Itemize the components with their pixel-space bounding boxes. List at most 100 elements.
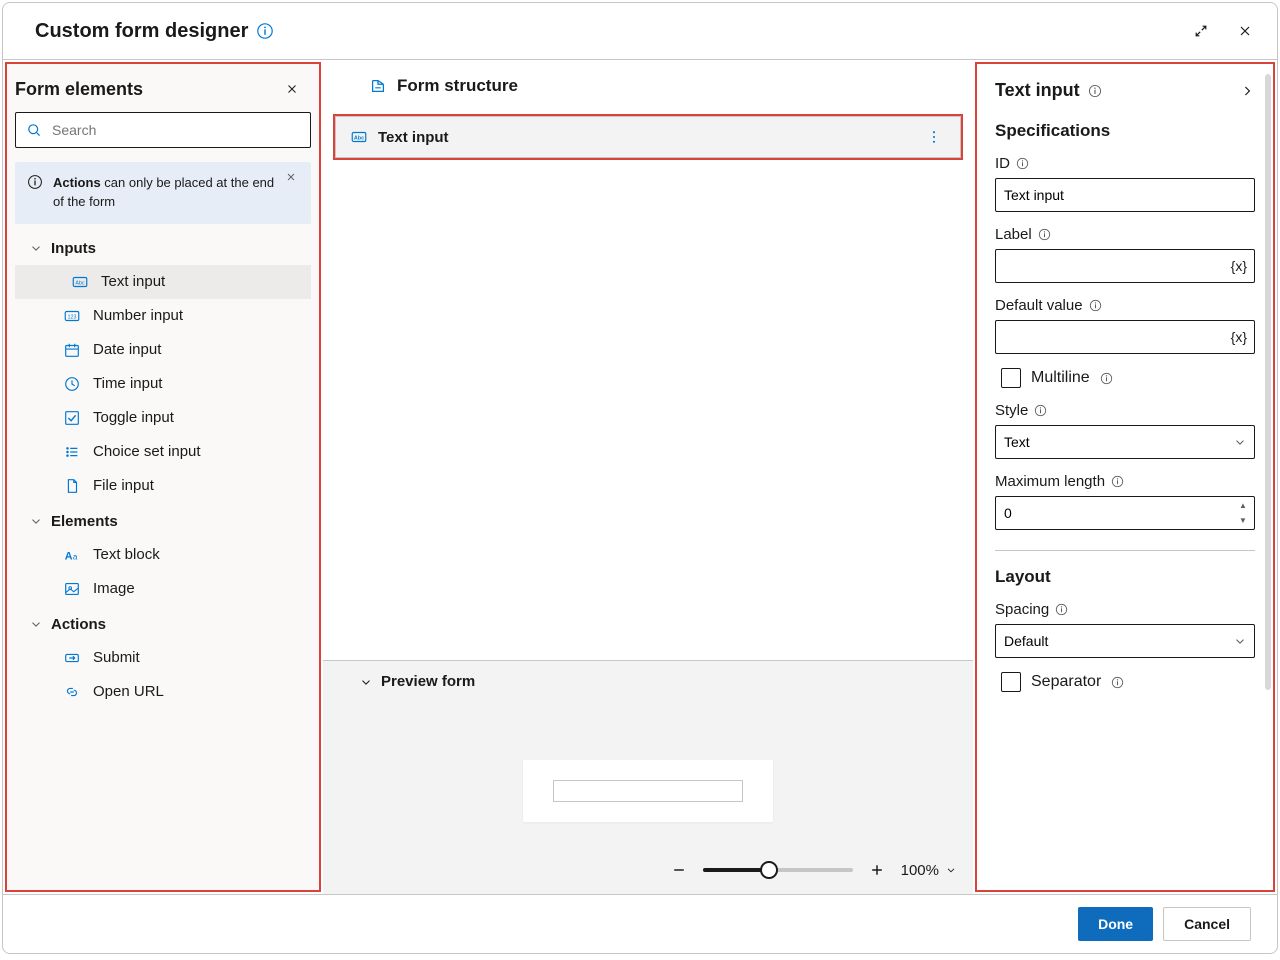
category-label: Inputs	[51, 240, 96, 257]
form-structure-title: Form structure	[397, 76, 518, 96]
form-elements-header: Form elements	[7, 64, 319, 108]
divider	[995, 550, 1255, 551]
info-icon[interactable]	[1088, 84, 1102, 98]
maxlen-input[interactable]	[995, 496, 1255, 530]
info-icon	[27, 174, 43, 212]
style-select-value[interactable]	[995, 425, 1255, 459]
element-item-label: Open URL	[93, 683, 164, 700]
spinner-up[interactable]: ▲	[1233, 498, 1253, 513]
submit-icon	[63, 649, 81, 667]
middle-panel: Form structure Text input Preview form	[323, 60, 973, 894]
id-input[interactable]	[995, 178, 1255, 212]
content: Form elements Actions can only be placed…	[3, 60, 1277, 894]
element-item-label: Date input	[93, 341, 161, 358]
info-icon[interactable]	[1111, 475, 1124, 488]
close-button[interactable]	[1233, 19, 1257, 43]
zoom-out-button[interactable]	[667, 858, 691, 882]
variable-picker-button[interactable]: {x}	[1231, 320, 1247, 354]
element-item-image[interactable]: Image	[7, 572, 319, 606]
expand-button[interactable]	[1189, 19, 1213, 43]
info-icon[interactable]	[1111, 676, 1124, 689]
id-field-label: ID	[995, 155, 1255, 172]
element-item-toggle-input[interactable]: Toggle input	[7, 401, 319, 435]
preview-header[interactable]: Preview form	[359, 673, 957, 690]
element-item-file-input[interactable]: File input	[7, 469, 319, 503]
maxlen-input-wrap: ▲ ▼	[995, 496, 1255, 530]
section-layout: Layout	[995, 567, 1255, 587]
category-inputs[interactable]: Inputs	[7, 230, 319, 265]
collapse-properties-button[interactable]	[1239, 83, 1255, 99]
chevron-down-icon	[1233, 624, 1247, 658]
category-elements[interactable]: Elements	[7, 503, 319, 538]
chevron-down-icon	[29, 617, 43, 631]
element-item-date-input[interactable]: Date input	[7, 333, 319, 367]
info-icon[interactable]	[256, 22, 274, 40]
default-value-input[interactable]	[995, 320, 1255, 354]
maxlen-label: Maximum length	[995, 473, 1255, 490]
element-item-label: Choice set input	[93, 443, 201, 460]
category-label: Actions	[51, 616, 106, 633]
info-icon[interactable]	[1089, 299, 1102, 312]
search-box[interactable]	[15, 112, 311, 148]
element-item-text-block[interactable]: Text block	[7, 538, 319, 572]
style-select[interactable]	[995, 425, 1255, 459]
separator-checkbox-row[interactable]: Separator	[1001, 672, 1255, 692]
preview-title: Preview form	[381, 673, 475, 690]
form-elements-panel: Form elements Actions can only be placed…	[5, 62, 321, 892]
chevron-down-icon	[29, 514, 43, 528]
structure-item-label: Text input	[378, 129, 449, 146]
zoom-dropdown[interactable]: 100%	[901, 862, 957, 879]
multiline-label: Multiline	[1031, 369, 1090, 387]
spinner-down[interactable]: ▼	[1233, 513, 1253, 528]
category-actions[interactable]: Actions	[7, 606, 319, 641]
number-123-icon	[63, 307, 81, 325]
label-input[interactable]	[995, 249, 1255, 283]
search-wrap	[7, 108, 319, 156]
form-structure-icon	[369, 77, 387, 95]
element-item-label: File input	[93, 477, 154, 494]
separator-checkbox[interactable]	[1001, 672, 1021, 692]
section-specifications: Specifications	[995, 121, 1255, 141]
element-item-number-input[interactable]: Number input	[7, 299, 319, 333]
spacing-select-value[interactable]	[995, 624, 1255, 658]
form-structure-header: Form structure	[323, 60, 973, 106]
properties-title: Text input	[995, 80, 1080, 101]
element-item-time-input[interactable]: Time input	[7, 367, 319, 401]
info-icon[interactable]	[1034, 404, 1047, 417]
done-button[interactable]: Done	[1078, 907, 1153, 941]
info-icon[interactable]	[1100, 372, 1113, 385]
multiline-checkbox-row[interactable]: Multiline	[1001, 368, 1255, 388]
structure-item-more[interactable]	[922, 125, 946, 149]
element-item-label: Text block	[93, 546, 160, 563]
close-panel-button[interactable]	[281, 78, 303, 100]
element-item-submit[interactable]: Submit	[7, 641, 319, 675]
zoom-in-button[interactable]	[865, 858, 889, 882]
spacing-select[interactable]	[995, 624, 1255, 658]
structure-item-text-input[interactable]: Text input	[335, 116, 961, 158]
element-item-label: Image	[93, 580, 135, 597]
info-icon[interactable]	[1055, 603, 1068, 616]
element-item-open-url[interactable]: Open URL	[7, 675, 319, 709]
info-icon[interactable]	[1016, 157, 1029, 170]
preview-text-input[interactable]	[553, 780, 743, 802]
text-abc-icon	[350, 128, 368, 146]
element-item-label: Number input	[93, 307, 183, 324]
zoom-slider[interactable]	[703, 868, 853, 872]
form-structure-body: Text input	[323, 106, 973, 660]
style-label: Style	[995, 402, 1255, 419]
dialog-footer: Done Cancel	[3, 894, 1277, 953]
cancel-button[interactable]: Cancel	[1163, 907, 1251, 941]
zoom-value: 100%	[901, 862, 939, 879]
element-item-choice-set-input[interactable]: Choice set input	[7, 435, 319, 469]
multiline-checkbox[interactable]	[1001, 368, 1021, 388]
title-bar: Custom form designer	[3, 3, 1277, 60]
element-item-text-input[interactable]: Text input	[15, 265, 311, 299]
chevron-down-icon	[1233, 425, 1247, 459]
variable-picker-button[interactable]: {x}	[1231, 249, 1247, 283]
info-banner-dismiss[interactable]	[279, 170, 303, 184]
chevron-down-icon	[29, 241, 43, 255]
search-input[interactable]	[50, 121, 300, 139]
info-icon[interactable]	[1038, 228, 1051, 241]
file-icon	[63, 477, 81, 495]
chevron-down-icon	[359, 675, 373, 689]
